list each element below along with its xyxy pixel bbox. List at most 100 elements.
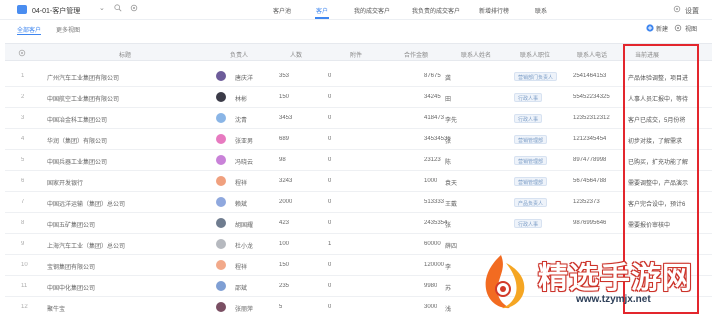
header-title[interactable]: 标题 (119, 50, 131, 59)
row-index: 6 (21, 178, 25, 184)
row-contact-phone: 9876995646 (573, 220, 607, 226)
row-people: 98 (279, 157, 286, 163)
row-index: 12 (21, 304, 28, 310)
row-amount: 513333 (424, 199, 445, 205)
row-title[interactable]: 宝钢集团有限公司 (47, 262, 95, 271)
nav-customer[interactable]: 客户 (316, 6, 328, 15)
row-title[interactable]: 华润（集团）有限公司 (47, 136, 107, 145)
row-people: 100 (279, 241, 290, 247)
row-title[interactable]: 中国远洋运输（集团）总公司 (47, 199, 125, 208)
nav-contacts[interactable]: 联系 (535, 6, 547, 15)
table-row[interactable]: 1 广州汽车工业集团有限公司 唐庆洋 353 0 87675 龚 2541464153 营销部门… (5, 66, 712, 87)
row-title[interactable]: 中国中化集团公司 (47, 283, 95, 292)
new-button[interactable]: 新建 (656, 24, 668, 33)
avatar (216, 281, 226, 291)
row-title[interactable]: 中国冶金科工集团公司 (47, 115, 107, 124)
row-contact-name: 李先 (445, 118, 458, 124)
settings-button[interactable]: 设置 (685, 6, 699, 16)
chevron-down-icon[interactable]: ⌄ (99, 4, 105, 12)
row-attachment: 0 (328, 94, 332, 100)
row-title[interactable]: 中国五矿集团公司 (47, 220, 95, 229)
avatar (216, 239, 226, 249)
position-tag: 营销管理部 (514, 135, 548, 144)
avatar (216, 134, 226, 144)
top-bar: 04-01-客户管理 ⌄ 客户池 客户 我的成交客户 我负责的成交客户 新增排行… (0, 0, 712, 20)
table-row[interactable]: 4 华润（集团）有限公司 张亚男 689 0 34534536 张 1212345454 营销管… (5, 129, 712, 150)
row-attachment: 0 (328, 304, 332, 310)
header-contact-phone[interactable]: 联系人电话 (577, 50, 607, 59)
row-contact-name: 薛四 (445, 244, 458, 250)
row-attachment: 0 (328, 157, 332, 163)
row-attachment: 0 (328, 199, 332, 205)
header-people[interactable]: 人数 (290, 50, 302, 59)
row-amount: 60000 (424, 241, 441, 247)
row-contact-name: 浅 (445, 307, 452, 313)
settings-icon[interactable] (130, 4, 138, 12)
row-owner-name: 张亚男 (235, 139, 254, 145)
row-owner-name: 沈青 (235, 118, 248, 124)
row-owner-name: 胡国耀 (235, 223, 254, 229)
tab-all-customers[interactable]: 全部客户 (17, 25, 41, 34)
row-contact-phone: 12352312312 (573, 115, 610, 121)
row-owner-name: 杜小龙 (235, 244, 254, 250)
row-attachment: 0 (328, 73, 332, 79)
search-icon[interactable] (114, 4, 122, 12)
avatar (216, 113, 226, 123)
row-owner-name: 冯晓云 (235, 160, 254, 166)
row-amount: 120000 (424, 262, 445, 268)
nav-customer-pool[interactable]: 客户池 (273, 6, 291, 15)
header-owner[interactable]: 负责人 (230, 50, 248, 59)
nav-responsible-deals[interactable]: 我负责的成交客户 (412, 6, 460, 15)
row-contact-phone: 1212345454 (573, 136, 607, 142)
row-title[interactable]: 中国航空工业集团有限公司 (47, 94, 119, 103)
row-index: 7 (21, 199, 25, 205)
header-contact-name[interactable]: 联系人姓名 (461, 50, 491, 59)
row-index: 10 (21, 262, 28, 268)
header-attachment[interactable]: 附件 (350, 50, 362, 59)
view-button[interactable]: 视图 (685, 24, 697, 33)
row-contact-phone: 55452234325 (573, 94, 610, 100)
position-tag: 产品负责人 (514, 198, 548, 207)
table-row[interactable]: 7 中国远洋运输（集团）总公司 赖斌 2000 0 513333 王戴 12352373 产品负… (5, 192, 712, 213)
header-amount[interactable]: 合作金额 (404, 50, 428, 59)
site-watermark: 精选手游网 www.tzymjx.net (470, 249, 712, 317)
row-attachment: 1 (328, 241, 332, 247)
view-icon[interactable] (674, 24, 682, 32)
row-contact-phone: 2541464153 (573, 73, 607, 79)
row-title[interactable]: 国家开发银行 (47, 178, 83, 187)
row-contact-name: 王戴 (445, 202, 458, 208)
table-row[interactable]: 2 中国航空工业集团有限公司 林彬 150 0 34245 田 55452234325 行政人事… (5, 87, 712, 108)
row-title[interactable]: 聚牛宝 (47, 304, 65, 313)
gear-icon[interactable] (673, 5, 681, 13)
row-index: 2 (21, 94, 25, 100)
row-title[interactable]: 广州汽车工业集团有限公司 (47, 73, 119, 82)
row-contact-name: 陈 (445, 160, 452, 166)
app-logo-icon (17, 5, 27, 14)
table-row[interactable]: 8 中国五矿集团公司 胡国耀 423 0 2435354 张 9876995646 行政人事 需要… (5, 213, 712, 234)
table-row[interactable]: 6 国家开发银行 程祥 3243 0 1000 袁天 5674564788 营销管理部 需要调整中… (5, 171, 712, 192)
nav-ranking[interactable]: 新增排行榜 (479, 6, 509, 15)
row-contact-name: 龚 (445, 76, 452, 82)
app-title[interactable]: 04-01-客户管理 (32, 6, 80, 16)
plus-icon[interactable] (646, 24, 654, 32)
row-contact-phone: 8974778998 (573, 157, 607, 163)
row-owner-name: 林彬 (235, 97, 248, 103)
position-tag: 行政人事 (514, 114, 543, 123)
nav-active-indicator (315, 17, 329, 19)
column-settings-icon[interactable] (18, 49, 26, 57)
table-row[interactable]: 3 中国冶金科工集团公司 沈青 3453 0 418473 李先 12352312312 行政人… (5, 108, 712, 129)
tab-more-views[interactable]: 更多视图 (56, 25, 80, 34)
row-amount: 3000 (424, 304, 438, 310)
table-row[interactable]: 5 中国兵器工业集团公司 冯晓云 98 0 23123 陈 8974778998 营销管理部 已购… (5, 150, 712, 171)
view-bar: 全部客户 更多视图 新建 视图 (0, 20, 712, 38)
row-title[interactable]: 上海汽车工业（集团）总公司 (47, 241, 125, 250)
row-owner-name: 唐庆洋 (235, 76, 254, 82)
row-contact-name: 张 (445, 223, 452, 229)
row-contact-phone: 5674564788 (573, 178, 607, 184)
row-title[interactable]: 中国兵器工业集团公司 (47, 157, 107, 166)
position-tag: 营销部门负责人 (514, 72, 558, 81)
row-people: 353 (279, 73, 290, 79)
nav-my-deals[interactable]: 我的成交客户 (354, 6, 390, 15)
row-amount: 23123 (424, 157, 441, 163)
header-contact-position[interactable]: 联系人职位 (520, 50, 550, 59)
